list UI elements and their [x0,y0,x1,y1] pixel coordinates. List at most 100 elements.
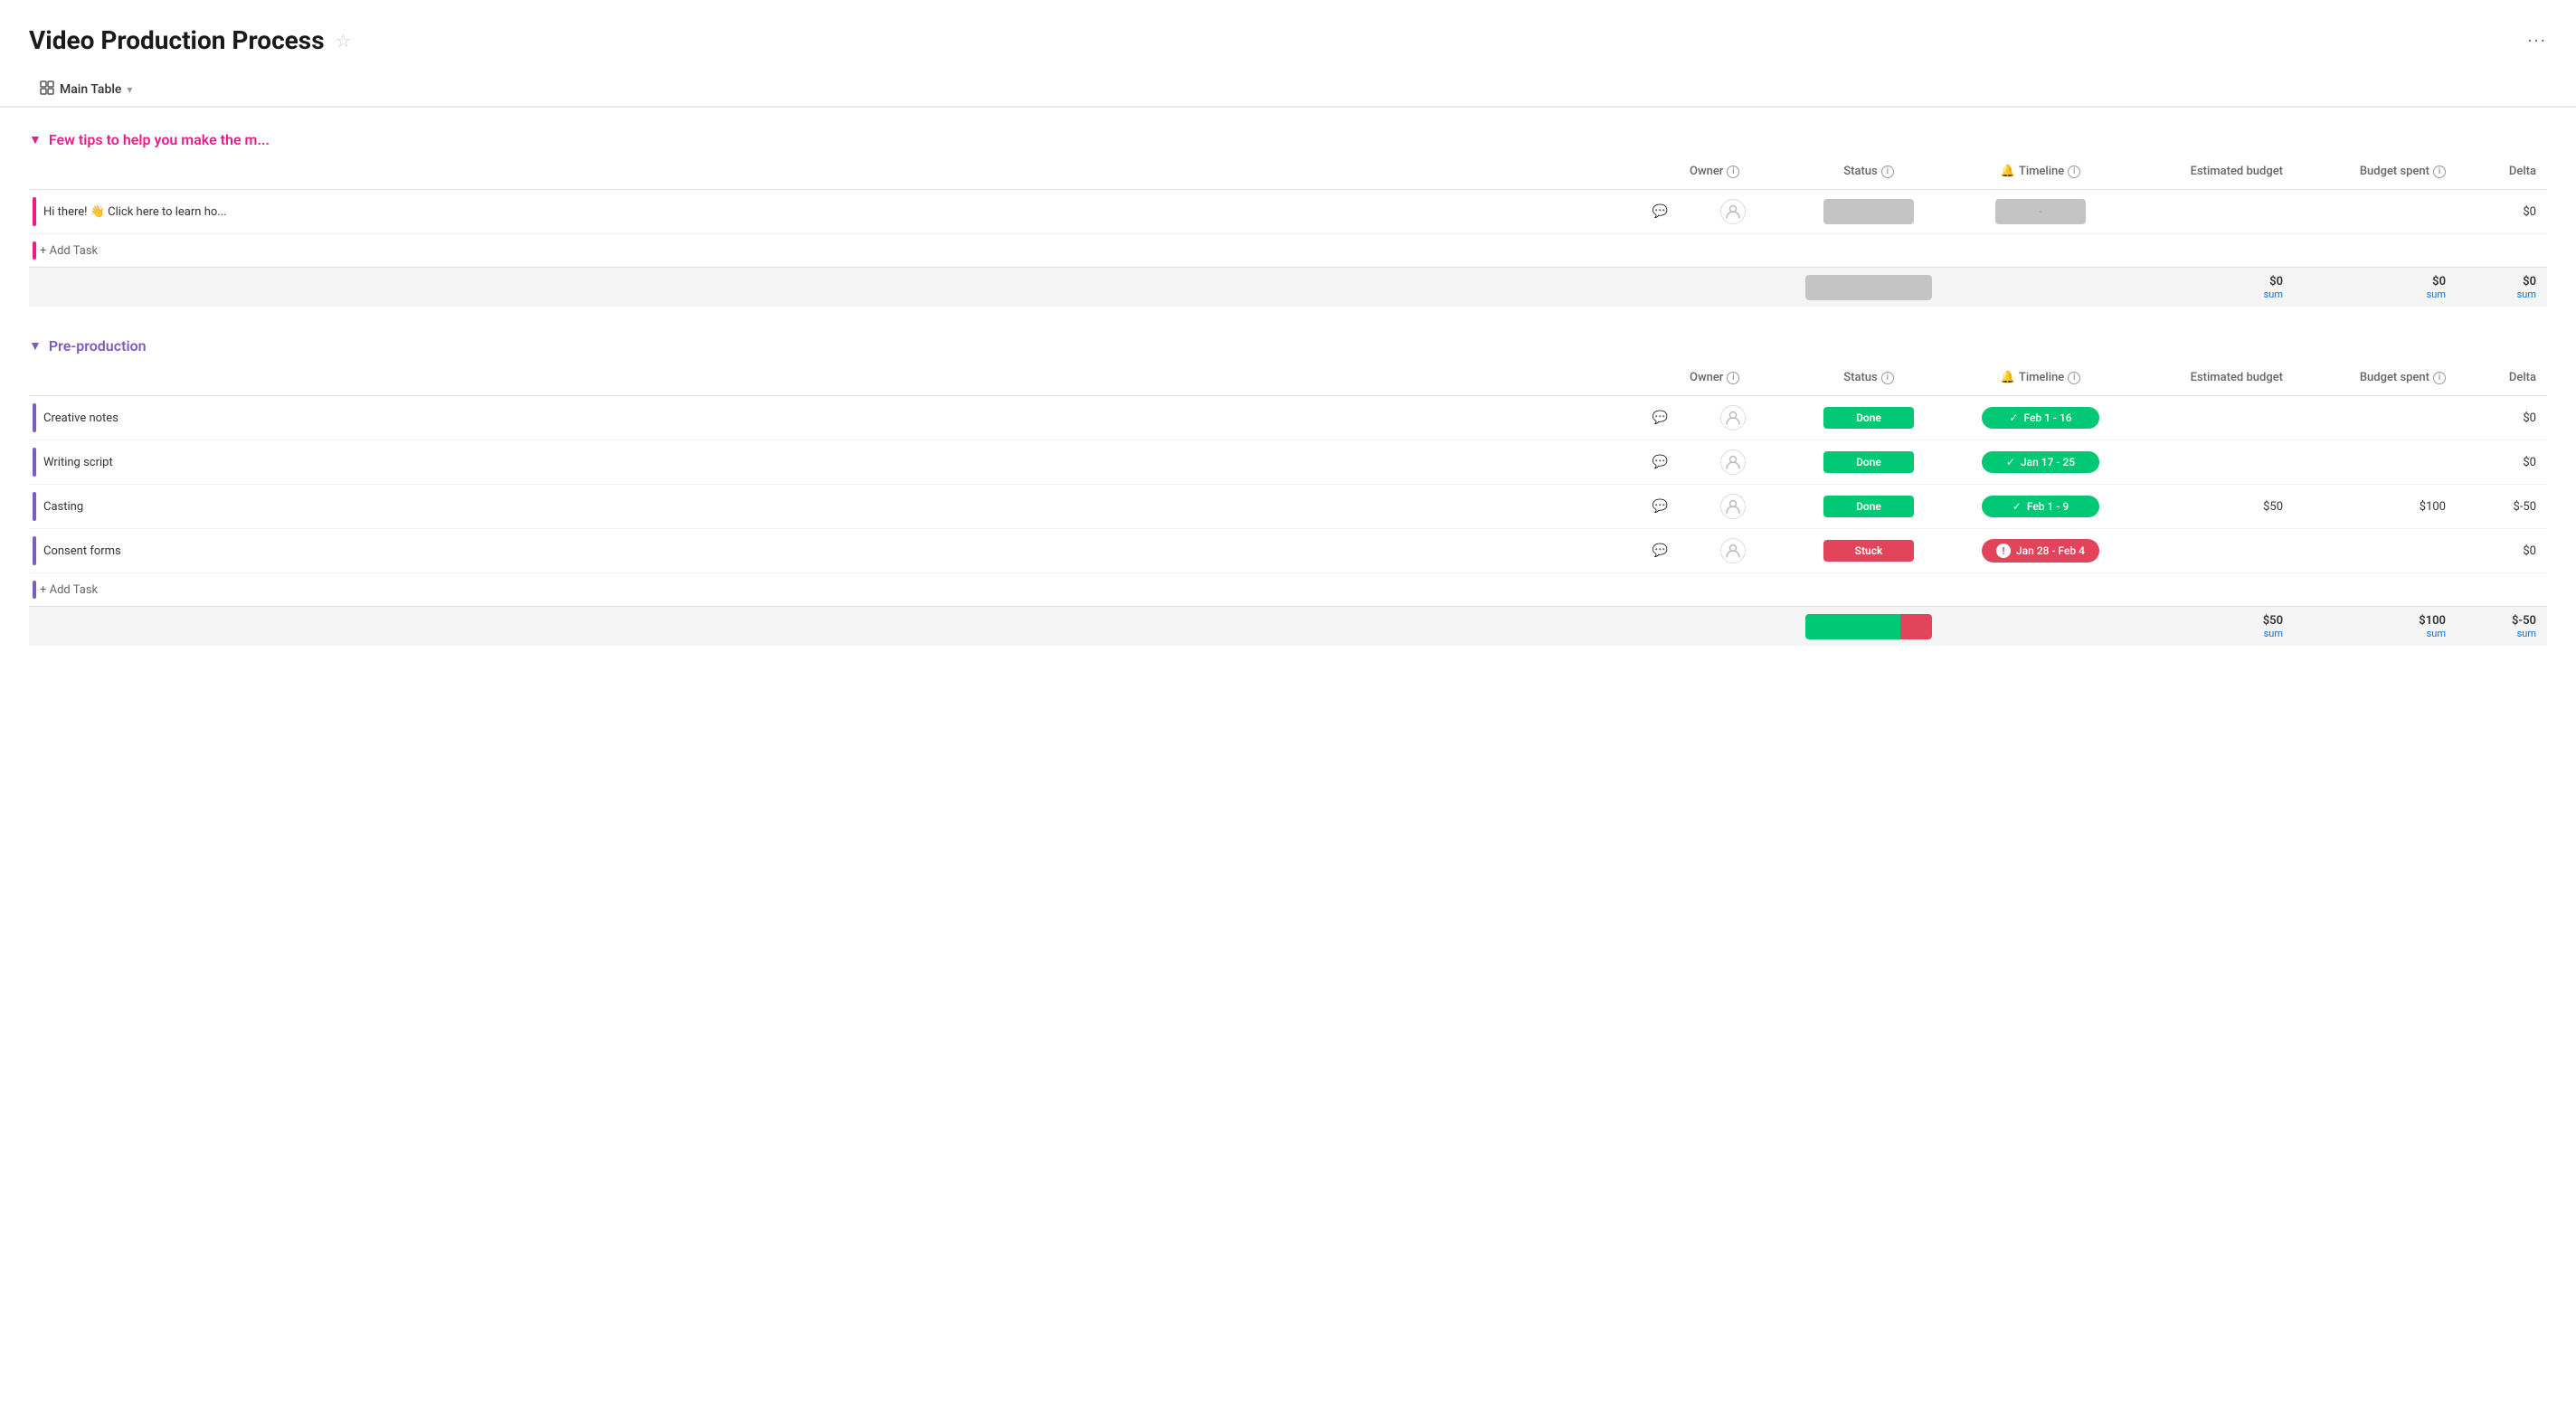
group-chevron-preproduction[interactable]: ▼ [29,338,42,354]
sum-label: sum [2305,288,2446,300]
avatar [1720,405,1746,430]
sum-status-tips [1787,270,1950,306]
col-delta-tips: Delta [2457,159,2547,184]
status-badge-done[interactable]: Done [1823,496,1914,517]
delta-cell-pre-0: $0 [2457,406,2547,430]
table-row: Hi there! 👋 Click here to learn ho... 💬 … [29,190,2547,234]
group-chevron-tips[interactable]: ▼ [29,132,42,147]
est-budget-cell-pre-3 [2131,545,2294,556]
group-header-tips: ▼ Few tips to help you make the m... [29,122,2547,154]
sum-label: sum [2142,288,2283,300]
sum-budget-spent-tips: $0 sum [2294,270,2457,306]
page-title: Video Production Process [29,25,325,55]
task-name-pre-3: Consent forms [43,544,1645,558]
task-name-tips-0: Hi there! 👋 Click here to learn ho... [43,205,1645,219]
status-badge-stuck[interactable]: Stuck [1823,540,1914,562]
delta-cell-pre-2: $-50 [2457,495,2547,519]
budget-spent-info-icon-pre[interactable]: i [2433,372,2446,384]
sum-label: sum [2467,288,2536,300]
col-task-tips [29,159,1679,184]
timeline-dash: - [2039,205,2042,219]
timeline-badge-red[interactable]: !Jan 28 - Feb 4 [1982,539,2099,563]
avatar [1720,199,1746,224]
check-icon: ✓ [2012,500,2022,513]
status-cell-pre-2[interactable]: Done [1787,490,1950,523]
est-budget-cell-tips-0 [2131,206,2294,217]
star-icon[interactable]: ☆ [336,30,352,52]
budget-spent-info-icon-tips[interactable]: i [2433,165,2446,178]
timeline-info-icon-pre[interactable]: i [2068,372,2080,384]
task-cell-tips-0[interactable]: Hi there! 👋 Click here to learn ho... 💬 [29,190,1679,233]
status-badge-done[interactable]: Done [1823,407,1914,429]
timeline-badge-gray: - [1995,199,2086,224]
status-bar-gray [1805,275,1932,300]
group-bar [33,403,36,432]
table-row: Consent forms 💬 Stuck !Jan 28 - Feb 4 $0 [29,529,2547,573]
owner-info-icon-tips[interactable]: i [1727,165,1739,178]
timeline-cell-tips-0[interactable]: - [1950,194,2131,230]
timeline-cell-pre-2[interactable]: ✓Feb 1 - 9 [1950,490,2131,523]
comment-icon[interactable]: 💬 [1653,204,1668,219]
add-task-button-preproduction[interactable]: + Add Task [29,573,2547,606]
col-est-budget-pre: Estimated budget [2131,365,2294,390]
timeline-info-icon-tips[interactable]: i [2068,165,2080,178]
status-info-icon-tips[interactable]: i [1881,165,1894,178]
owner-cell-pre-1[interactable] [1679,444,1787,480]
main-table-tab[interactable]: Main Table ▾ [29,73,143,106]
sum-est-budget-tips: $0 sum [2131,270,2294,306]
group-name-preproduction: Pre-production [49,337,147,355]
est-budget-cell-pre-0 [2131,412,2294,423]
comment-icon[interactable]: 💬 [1653,455,1668,469]
status-bar-green [1805,614,1900,639]
est-budget-cell-pre-1 [2131,457,2294,468]
status-cell-pre-3[interactable]: Stuck [1787,534,1950,567]
more-menu-button[interactable]: ··· [2527,30,2547,52]
timeline-cell-pre-3[interactable]: !Jan 28 - Feb 4 [1950,534,2131,568]
owner-info-icon-pre[interactable]: i [1727,372,1739,384]
budget-spent-cell-pre-1 [2294,457,2457,468]
group-name-tips: Few tips to help you make the m... [49,131,270,148]
owner-cell-pre-0[interactable] [1679,400,1787,436]
task-cell-pre-3[interactable]: Consent forms 💬 [29,529,1679,572]
sum-value: $50 [2142,614,2283,628]
status-info-icon-pre[interactable]: i [1881,372,1894,384]
timeline-badge-green[interactable]: ✓Feb 1 - 16 [1982,407,2099,429]
add-task-button-tips[interactable]: + Add Task [29,234,2547,267]
task-cell-pre-2[interactable]: Casting 💬 [29,485,1679,528]
status-badge-done[interactable]: Done [1823,451,1914,473]
task-cell-pre-0[interactable]: Creative notes 💬 [29,396,1679,440]
delta-cell-pre-3: $0 [2457,539,2547,563]
group-bar-add [33,241,36,260]
timeline-badge-green[interactable]: ✓Jan 17 - 25 [1982,451,2099,473]
status-cell-pre-1[interactable]: Done [1787,446,1950,478]
status-cell-tips-0[interactable] [1787,194,1950,230]
sum-delta-pre: $-50 sum [2457,609,2547,645]
group-bar [33,448,36,477]
avatar [1720,494,1746,519]
status-cell-pre-0[interactable]: Done [1787,402,1950,434]
budget-spent-cell-pre-0 [2294,412,2457,423]
timeline-cell-pre-1[interactable]: ✓Jan 17 - 25 [1950,446,2131,478]
tab-label: Main Table [60,82,121,97]
comment-icon[interactable]: 💬 [1653,544,1668,558]
timeline-cell-pre-0[interactable]: ✓Feb 1 - 16 [1950,402,2131,434]
task-cell-pre-1[interactable]: Writing script 💬 [29,440,1679,484]
check-icon: ✓ [2006,456,2015,468]
col-est-budget-tips: Estimated budget [2131,159,2294,184]
avatar [1720,449,1746,475]
chevron-down-icon[interactable]: ▾ [127,83,132,96]
sum-label: sum [2305,628,2446,639]
task-name-pre-0: Creative notes [43,411,1645,425]
preproduction-rows-container: Creative notes 💬 Done ✓Feb 1 - 16 $0 Wri… [29,396,2547,573]
bell-icon-pre: 🔔 [2001,371,2015,384]
sum-budget-spent-pre: $100 sum [2294,609,2457,645]
sum-value: $0 [2305,275,2446,288]
owner-cell-pre-2[interactable] [1679,488,1787,525]
comment-icon[interactable]: 💬 [1653,411,1668,425]
group-header-preproduction: ▼ Pre-production [29,328,2547,360]
timeline-badge-green[interactable]: ✓Feb 1 - 9 [1982,496,2099,517]
delta-cell-tips-0: $0 [2457,200,2547,224]
owner-cell-pre-3[interactable] [1679,533,1787,569]
comment-icon[interactable]: 💬 [1653,499,1668,514]
owner-cell-tips-0[interactable] [1679,194,1787,230]
